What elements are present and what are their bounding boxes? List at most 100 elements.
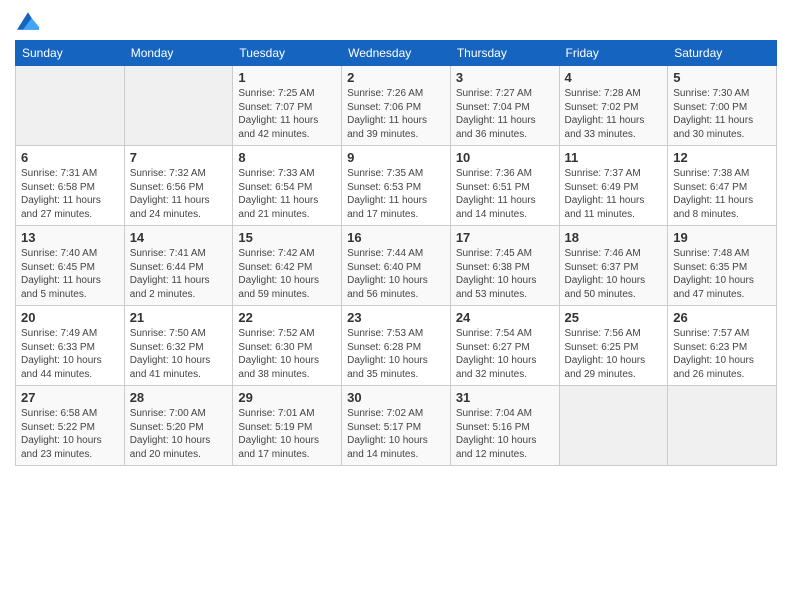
day-info: Sunrise: 7:49 AM Sunset: 6:33 PM Dayligh…	[21, 327, 119, 381]
day-number: 18	[565, 230, 663, 245]
calendar-week-row: 20Sunrise: 7:49 AM Sunset: 6:33 PM Dayli…	[16, 306, 777, 386]
day-number: 23	[347, 310, 445, 325]
day-info: Sunrise: 7:48 AM Sunset: 6:35 PM Dayligh…	[673, 247, 771, 301]
day-number: 6	[21, 150, 119, 165]
day-number: 5	[673, 70, 771, 85]
day-of-week-header: Saturday	[668, 41, 777, 66]
day-number: 25	[565, 310, 663, 325]
calendar-day-cell: 5 Sunrise: 7:30 AM Sunset: 7:00 PM Daylig…	[668, 66, 777, 146]
calendar-day-cell: 3 Sunrise: 7:27 AM Sunset: 7:04 PM Daylig…	[450, 66, 559, 146]
calendar-day-cell: 30 Sunrise: 7:02 AM Sunset: 5:17 PM Dayli…	[342, 386, 451, 466]
day-number: 10	[456, 150, 554, 165]
day-info: Sunrise: 7:38 AM Sunset: 6:47 PM Dayligh…	[673, 167, 771, 221]
calendar: SundayMondayTuesdayWednesdayThursdayFrid…	[15, 40, 777, 466]
day-info: Sunrise: 7:40 AM Sunset: 6:45 PM Dayligh…	[21, 247, 119, 301]
day-of-week-header: Sunday	[16, 41, 125, 66]
day-info: Sunrise: 7:25 AM Sunset: 7:07 PM Dayligh…	[238, 87, 336, 141]
day-number: 29	[238, 390, 336, 405]
calendar-day-cell	[668, 386, 777, 466]
day-of-week-header: Tuesday	[233, 41, 342, 66]
calendar-day-cell: 7Sunrise: 7:32 AM Sunset: 6:56 PM Daylig…	[124, 146, 233, 226]
day-info: Sunrise: 7:30 AM Sunset: 7:00 PM Dayligh…	[673, 87, 771, 141]
calendar-header-row: SundayMondayTuesdayWednesdayThursdayFrid…	[16, 41, 777, 66]
day-of-week-header: Thursday	[450, 41, 559, 66]
day-number: 3	[456, 70, 554, 85]
calendar-week-row: 1 Sunrise: 7:25 AM Sunset: 7:07 PM Daylig…	[16, 66, 777, 146]
calendar-day-cell: 25 Sunrise: 7:56 AM Sunset: 6:25 PM Dayli…	[559, 306, 668, 386]
day-number: 17	[456, 230, 554, 245]
calendar-day-cell: 16Sunrise: 7:44 AM Sunset: 6:40 PM Dayli…	[342, 226, 451, 306]
calendar-day-cell: 22 Sunrise: 7:52 AM Sunset: 6:30 PM Dayli…	[233, 306, 342, 386]
day-info: Sunrise: 7:56 AM Sunset: 6:25 PM Dayligh…	[565, 327, 663, 381]
day-number: 2	[347, 70, 445, 85]
header	[15, 10, 777, 32]
calendar-day-cell: 20Sunrise: 7:49 AM Sunset: 6:33 PM Dayli…	[16, 306, 125, 386]
day-number: 22	[238, 310, 336, 325]
day-info: Sunrise: 7:02 AM Sunset: 5:17 PM Dayligh…	[347, 407, 445, 461]
logo	[15, 10, 39, 32]
calendar-day-cell: 17 Sunrise: 7:45 AM Sunset: 6:38 PM Dayli…	[450, 226, 559, 306]
page: SundayMondayTuesdayWednesdayThursdayFrid…	[0, 0, 792, 612]
calendar-day-cell: 6 Sunrise: 7:31 AM Sunset: 6:58 PM Daylig…	[16, 146, 125, 226]
day-of-week-header: Friday	[559, 41, 668, 66]
day-info: Sunrise: 7:28 AM Sunset: 7:02 PM Dayligh…	[565, 87, 663, 141]
day-info: Sunrise: 7:46 AM Sunset: 6:37 PM Dayligh…	[565, 247, 663, 301]
calendar-day-cell: 11 Sunrise: 7:37 AM Sunset: 6:49 PM Dayli…	[559, 146, 668, 226]
day-number: 7	[130, 150, 228, 165]
day-of-week-header: Monday	[124, 41, 233, 66]
calendar-day-cell: 28 Sunrise: 7:00 AM Sunset: 5:20 PM Dayli…	[124, 386, 233, 466]
day-info: Sunrise: 7:00 AM Sunset: 5:20 PM Dayligh…	[130, 407, 228, 461]
calendar-week-row: 6 Sunrise: 7:31 AM Sunset: 6:58 PM Daylig…	[16, 146, 777, 226]
day-of-week-header: Wednesday	[342, 41, 451, 66]
calendar-day-cell: 14Sunrise: 7:41 AM Sunset: 6:44 PM Dayli…	[124, 226, 233, 306]
calendar-day-cell: 21Sunrise: 7:50 AM Sunset: 6:32 PM Dayli…	[124, 306, 233, 386]
calendar-week-row: 13 Sunrise: 7:40 AM Sunset: 6:45 PM Dayli…	[16, 226, 777, 306]
calendar-day-cell: 19 Sunrise: 7:48 AM Sunset: 6:35 PM Dayli…	[668, 226, 777, 306]
day-info: Sunrise: 7:52 AM Sunset: 6:30 PM Dayligh…	[238, 327, 336, 381]
day-number: 21	[130, 310, 228, 325]
calendar-day-cell: 29Sunrise: 7:01 AM Sunset: 5:19 PM Dayli…	[233, 386, 342, 466]
day-info: Sunrise: 6:58 AM Sunset: 5:22 PM Dayligh…	[21, 407, 119, 461]
calendar-day-cell: 15 Sunrise: 7:42 AM Sunset: 6:42 PM Dayli…	[233, 226, 342, 306]
day-number: 1	[238, 70, 336, 85]
day-number: 24	[456, 310, 554, 325]
calendar-day-cell: 8Sunrise: 7:33 AM Sunset: 6:54 PM Daylig…	[233, 146, 342, 226]
calendar-day-cell: 24 Sunrise: 7:54 AM Sunset: 6:27 PM Dayli…	[450, 306, 559, 386]
calendar-day-cell: 4 Sunrise: 7:28 AM Sunset: 7:02 PM Daylig…	[559, 66, 668, 146]
day-info: Sunrise: 7:35 AM Sunset: 6:53 PM Dayligh…	[347, 167, 445, 221]
day-number: 16	[347, 230, 445, 245]
day-info: Sunrise: 7:37 AM Sunset: 6:49 PM Dayligh…	[565, 167, 663, 221]
day-number: 13	[21, 230, 119, 245]
calendar-day-cell: 27Sunrise: 6:58 AM Sunset: 5:22 PM Dayli…	[16, 386, 125, 466]
day-number: 15	[238, 230, 336, 245]
day-info: Sunrise: 7:26 AM Sunset: 7:06 PM Dayligh…	[347, 87, 445, 141]
calendar-day-cell: 9Sunrise: 7:35 AM Sunset: 6:53 PM Daylig…	[342, 146, 451, 226]
day-number: 19	[673, 230, 771, 245]
calendar-day-cell: 12Sunrise: 7:38 AM Sunset: 6:47 PM Dayli…	[668, 146, 777, 226]
day-info: Sunrise: 7:04 AM Sunset: 5:16 PM Dayligh…	[456, 407, 554, 461]
day-number: 30	[347, 390, 445, 405]
day-info: Sunrise: 7:57 AM Sunset: 6:23 PM Dayligh…	[673, 327, 771, 381]
day-number: 11	[565, 150, 663, 165]
calendar-week-row: 27Sunrise: 6:58 AM Sunset: 5:22 PM Dayli…	[16, 386, 777, 466]
calendar-day-cell: 1 Sunrise: 7:25 AM Sunset: 7:07 PM Daylig…	[233, 66, 342, 146]
logo-text	[15, 10, 39, 32]
calendar-day-cell	[559, 386, 668, 466]
calendar-day-cell: 23Sunrise: 7:53 AM Sunset: 6:28 PM Dayli…	[342, 306, 451, 386]
day-info: Sunrise: 7:27 AM Sunset: 7:04 PM Dayligh…	[456, 87, 554, 141]
day-number: 31	[456, 390, 554, 405]
day-info: Sunrise: 7:41 AM Sunset: 6:44 PM Dayligh…	[130, 247, 228, 301]
calendar-day-cell: 31 Sunrise: 7:04 AM Sunset: 5:16 PM Dayli…	[450, 386, 559, 466]
day-info: Sunrise: 7:31 AM Sunset: 6:58 PM Dayligh…	[21, 167, 119, 221]
calendar-day-cell	[16, 66, 125, 146]
day-number: 28	[130, 390, 228, 405]
day-number: 4	[565, 70, 663, 85]
day-info: Sunrise: 7:54 AM Sunset: 6:27 PM Dayligh…	[456, 327, 554, 381]
calendar-day-cell: 18 Sunrise: 7:46 AM Sunset: 6:37 PM Dayli…	[559, 226, 668, 306]
calendar-day-cell	[124, 66, 233, 146]
day-info: Sunrise: 7:33 AM Sunset: 6:54 PM Dayligh…	[238, 167, 336, 221]
day-number: 26	[673, 310, 771, 325]
day-info: Sunrise: 7:42 AM Sunset: 6:42 PM Dayligh…	[238, 247, 336, 301]
calendar-day-cell: 2 Sunrise: 7:26 AM Sunset: 7:06 PM Daylig…	[342, 66, 451, 146]
day-info: Sunrise: 7:45 AM Sunset: 6:38 PM Dayligh…	[456, 247, 554, 301]
